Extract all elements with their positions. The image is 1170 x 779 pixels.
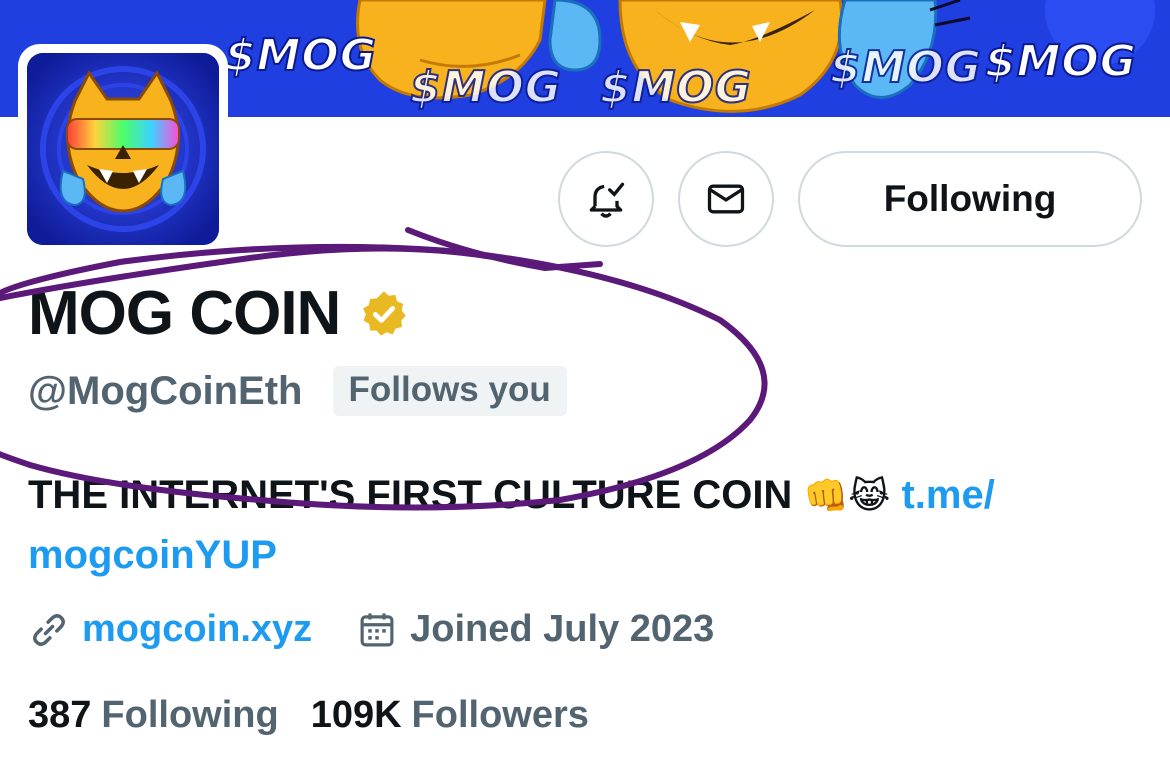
banner-text: $MOG <box>829 41 982 94</box>
cat-tears-emoji-icon: 😹 <box>848 476 891 517</box>
handle-row: @MogCoinEth Follows you <box>28 366 567 416</box>
profile-stats: 387 Following 109K Followers <box>28 694 621 737</box>
message-button[interactable] <box>678 151 774 247</box>
fist-emoji-icon: 👊 <box>803 476 849 517</box>
profile-bio: THE INTERNET'S FIRST CULTURE COIN 👊😹 t.m… <box>28 466 1148 584</box>
profile-meta: mogcoin.xyz Joined July 2023 <box>28 608 758 651</box>
bio-link-part: mogcoinYUP <box>28 533 277 577</box>
bio-link-part: t.me/ <box>901 473 995 517</box>
avatar-image <box>27 53 219 245</box>
link-icon <box>33 613 65 646</box>
following-label[interactable]: Following <box>101 694 278 737</box>
profile-avatar[interactable] <box>18 44 228 254</box>
banner-text: $MOG <box>224 29 377 82</box>
verified-badge-icon[interactable] <box>358 288 410 340</box>
follows-you-badge: Follows you <box>332 366 567 416</box>
banner-text: $MOG <box>599 61 752 114</box>
banner-text: $MOG <box>984 35 1137 88</box>
bio-text: THE INTERNET'S FIRST CULTURE COIN <box>28 473 793 517</box>
calendar-icon <box>360 612 394 646</box>
joined-date: Joined July 2023 <box>410 608 715 650</box>
followers-count[interactable]: 109K <box>311 694 402 737</box>
profile-handle: @MogCoinEth <box>28 368 303 413</box>
website-item[interactable]: mogcoin.xyz <box>28 608 312 651</box>
mail-icon <box>707 184 745 214</box>
notifications-button[interactable] <box>558 151 654 247</box>
followers-label[interactable]: Followers <box>412 694 589 737</box>
banner-text: $MOG <box>409 61 562 114</box>
following-count[interactable]: 387 <box>28 694 91 737</box>
joined-item: Joined July 2023 <box>356 608 714 651</box>
profile-name-row: MOG COIN <box>28 278 410 349</box>
cat-avatar-icon <box>27 53 219 245</box>
website-link[interactable]: mogcoin.xyz <box>82 608 312 651</box>
following-button[interactable]: Following <box>798 151 1142 247</box>
bell-check-icon <box>589 182 625 218</box>
profile-name: MOG COIN <box>28 279 341 348</box>
